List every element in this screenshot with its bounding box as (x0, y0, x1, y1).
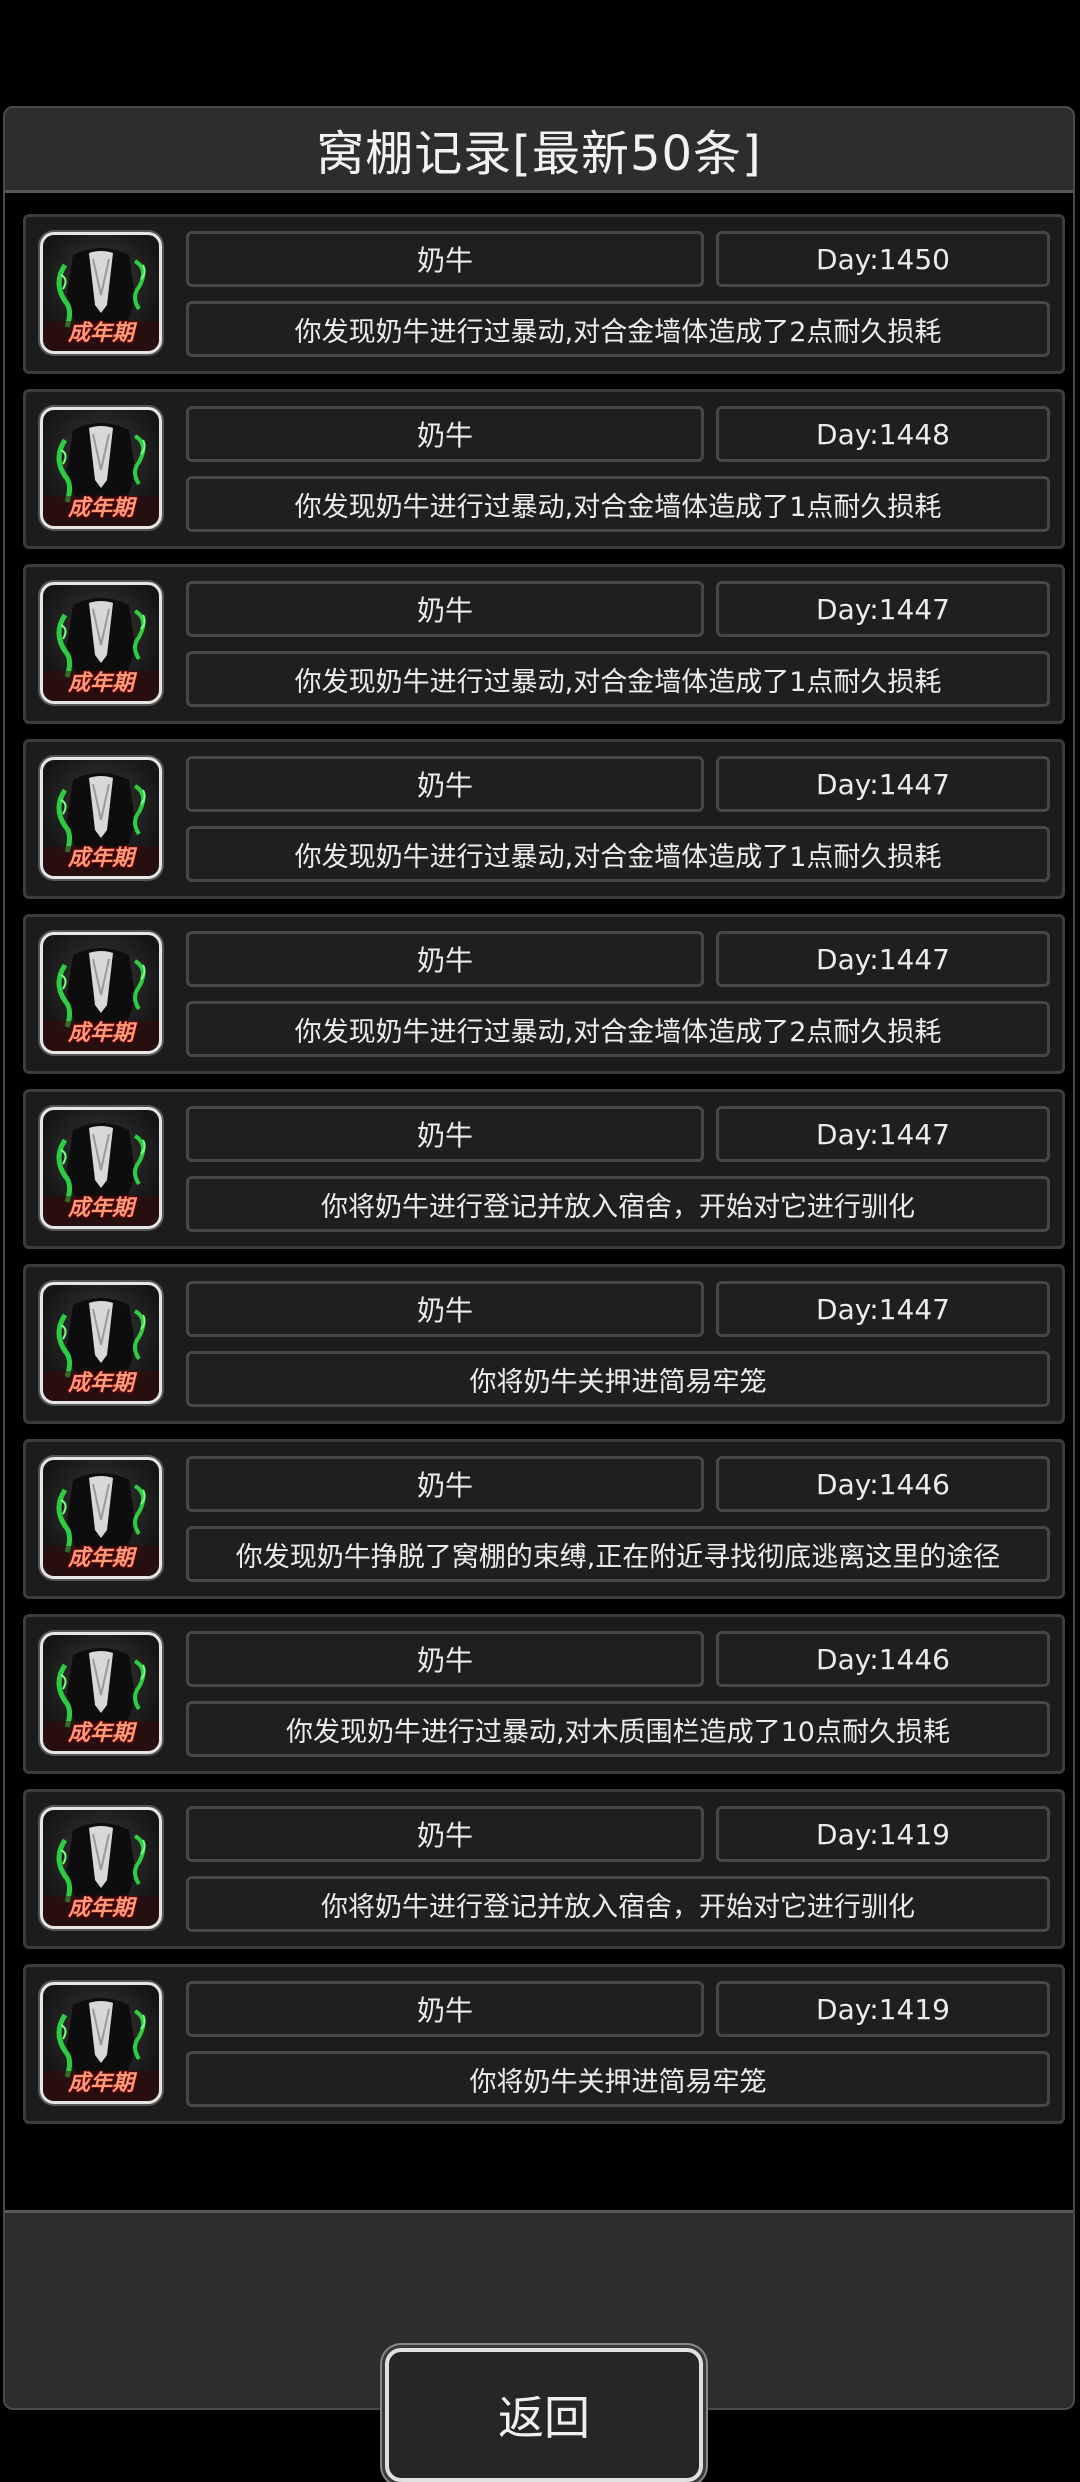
record-day: Day:1447 (716, 581, 1050, 637)
record-day: Day:1447 (716, 1106, 1050, 1162)
cow-portrait-icon: 成年期 (40, 1107, 162, 1229)
cow-portrait-icon: 成年期 (40, 1282, 162, 1404)
cow-portrait-icon: 成年期 (40, 1807, 162, 1929)
record-day: Day:1419 (716, 1981, 1050, 2037)
animal-name: 奶牛 (186, 406, 704, 462)
animal-name: 奶牛 (186, 1456, 704, 1512)
cow-portrait-icon: 成年期 (40, 232, 162, 354)
stage-label: 成年期 (67, 1896, 134, 1921)
record-message: 你将奶牛进行登记并放入宿舍，开始对它进行驯化 (186, 1876, 1050, 1932)
animal-name: 奶牛 (186, 931, 704, 987)
record-day: Day:1450 (716, 231, 1050, 287)
back-button[interactable]: 返回 (385, 2348, 703, 2482)
animal-name: 奶牛 (186, 581, 704, 637)
cow-portrait-icon: 成年期 (40, 582, 162, 704)
record-message: 你将奶牛进行登记并放入宿舍，开始对它进行驯化 (186, 1176, 1050, 1232)
record-row: 成年期 奶牛 Day:1446 你发现奶牛挣脱了窝棚的束缚,正在附近寻找彻底逃离… (23, 1439, 1065, 1599)
stage-label: 成年期 (67, 1546, 134, 1571)
record-message: 你发现奶牛进行过暴动,对木质围栏造成了10点耐久损耗 (186, 1701, 1050, 1757)
panel-title: 窝棚记录[最新50条] (316, 126, 762, 182)
record-row: 成年期 奶牛 Day:1447 你发现奶牛进行过暴动,对合金墙体造成了1点耐久损… (23, 739, 1065, 899)
record-row: 成年期 奶牛 Day:1447 你发现奶牛进行过暴动,对合金墙体造成了2点耐久损… (23, 914, 1065, 1074)
animal-name: 奶牛 (186, 1981, 704, 2037)
record-row: 成年期 奶牛 Day:1446 你发现奶牛进行过暴动,对木质围栏造成了10点耐久… (23, 1614, 1065, 1774)
record-message: 你发现奶牛进行过暴动,对合金墙体造成了1点耐久损耗 (186, 826, 1050, 882)
record-day: Day:1419 (716, 1806, 1050, 1862)
record-message: 你将奶牛关押进简易牢笼 (186, 1351, 1050, 1407)
record-message: 你发现奶牛挣脱了窝棚的束缚,正在附近寻找彻底逃离这里的途径 (186, 1526, 1050, 1582)
record-day: Day:1446 (716, 1456, 1050, 1512)
cow-portrait-icon: 成年期 (40, 932, 162, 1054)
stage-label: 成年期 (67, 1021, 134, 1046)
stage-label: 成年期 (67, 846, 134, 871)
record-message: 你将奶牛关押进简易牢笼 (186, 2051, 1050, 2107)
stage-label: 成年期 (67, 1196, 134, 1221)
stage-label: 成年期 (67, 1721, 134, 1746)
record-row: 成年期 奶牛 Day:1448 你发现奶牛进行过暴动,对合金墙体造成了1点耐久损… (23, 389, 1065, 549)
stage-label: 成年期 (67, 496, 134, 521)
cow-portrait-icon: 成年期 (40, 1632, 162, 1754)
cow-portrait-icon: 成年期 (40, 407, 162, 529)
record-row: 成年期 奶牛 Day:1447 你将奶牛进行登记并放入宿舍，开始对它进行驯化 (23, 1089, 1065, 1249)
animal-name: 奶牛 (186, 1281, 704, 1337)
animal-name: 奶牛 (186, 231, 704, 287)
records-panel: 窝棚记录[最新50条] 成年期 奶牛 Day:1450 你发现奶牛进行过暴动,对… (3, 106, 1075, 2482)
record-day: Day:1448 (716, 406, 1050, 462)
record-day: Day:1446 (716, 1631, 1050, 1687)
record-day: Day:1447 (716, 756, 1050, 812)
record-message: 你发现奶牛进行过暴动,对合金墙体造成了2点耐久损耗 (186, 1001, 1050, 1057)
record-day: Day:1447 (716, 1281, 1050, 1337)
stage-label: 成年期 (67, 2071, 134, 2096)
animal-name: 奶牛 (186, 1806, 704, 1862)
record-message: 你发现奶牛进行过暴动,对合金墙体造成了1点耐久损耗 (186, 476, 1050, 532)
record-message: 你发现奶牛进行过暴动,对合金墙体造成了2点耐久损耗 (186, 301, 1050, 357)
record-message: 你发现奶牛进行过暴动,对合金墙体造成了1点耐久损耗 (186, 651, 1050, 707)
stage-label: 成年期 (67, 321, 134, 346)
record-row: 成年期 奶牛 Day:1419 你将奶牛关押进简易牢笼 (23, 1964, 1065, 2124)
animal-name: 奶牛 (186, 756, 704, 812)
record-row: 成年期 奶牛 Day:1447 你发现奶牛进行过暴动,对合金墙体造成了1点耐久损… (23, 564, 1065, 724)
record-row: 成年期 奶牛 Day:1447 你将奶牛关押进简易牢笼 (23, 1264, 1065, 1424)
stage-label: 成年期 (67, 1371, 134, 1396)
record-row: 成年期 奶牛 Day:1419 你将奶牛进行登记并放入宿舍，开始对它进行驯化 (23, 1789, 1065, 1949)
cow-portrait-icon: 成年期 (40, 1457, 162, 1579)
record-row: 成年期 奶牛 Day:1450 你发现奶牛进行过暴动,对合金墙体造成了2点耐久损… (23, 214, 1065, 374)
record-day: Day:1447 (716, 931, 1050, 987)
stage-label: 成年期 (67, 671, 134, 696)
cow-portrait-icon: 成年期 (40, 757, 162, 879)
animal-name: 奶牛 (186, 1631, 704, 1687)
cow-portrait-icon: 成年期 (40, 1982, 162, 2104)
records-list[interactable]: 成年期 奶牛 Day:1450 你发现奶牛进行过暴动,对合金墙体造成了2点耐久损… (5, 190, 1073, 2213)
animal-name: 奶牛 (186, 1106, 704, 1162)
